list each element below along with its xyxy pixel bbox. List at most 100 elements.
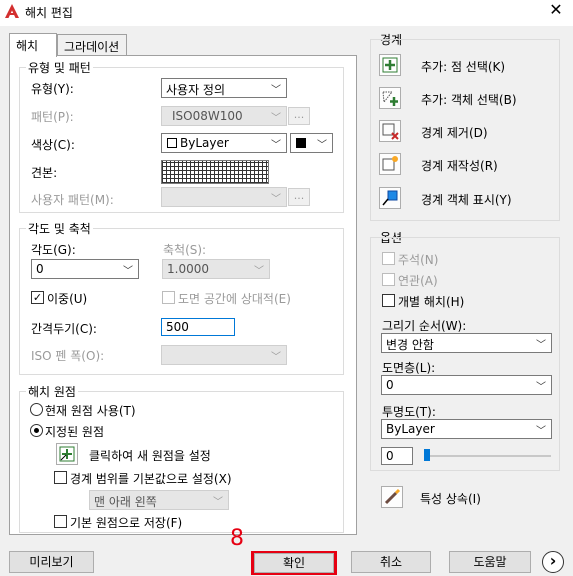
- transparency-slider-track[interactable]: [424, 455, 551, 457]
- set-origin-icon: [59, 446, 75, 462]
- annotative-checkbox[interactable]: [382, 252, 395, 265]
- chevron-down-icon: ﹀: [317, 140, 327, 151]
- type-dropdown[interactable]: 사용자 정의 ﹀: [161, 78, 287, 98]
- pattern-swatch-preview[interactable]: [161, 160, 269, 184]
- inherit-properties-button[interactable]: [381, 486, 403, 508]
- chevron-down-icon: ﹀: [271, 140, 281, 151]
- remove-boundaries-label: 경계 제거(D): [421, 126, 488, 140]
- iso-pen-label: ISO 펜 폭(O):: [31, 349, 105, 363]
- chevron-down-icon: ﹀: [271, 352, 281, 363]
- chevron-down-icon: ﹀: [271, 194, 281, 205]
- add-pick-points-icon: [382, 57, 398, 73]
- swatch-label: 견본:: [31, 166, 58, 180]
- chevron-down-icon: ﹀: [213, 497, 223, 508]
- ok-button[interactable]: 확인: [254, 553, 334, 573]
- color-label: 색상(C):: [31, 138, 75, 152]
- chevron-down-icon: ﹀: [271, 85, 281, 96]
- scale-label: 축척(S):: [163, 243, 207, 257]
- angle-scale-title: 각도 및 축척: [26, 220, 93, 237]
- display-boundary-objects-icon: [382, 190, 398, 206]
- relative-paper-space-checkbox[interactable]: [162, 291, 175, 304]
- add-select-objects-button[interactable]: [379, 87, 401, 109]
- recreate-boundary-button[interactable]: [379, 153, 401, 175]
- scale-dropdown[interactable]: 1.0000 ﹀: [162, 259, 270, 279]
- angle-label: 각도(G):: [31, 243, 76, 257]
- custom-pattern-dropdown[interactable]: ﹀: [161, 187, 287, 207]
- specified-origin-radio[interactable]: [30, 424, 43, 437]
- associative-checkbox[interactable]: [382, 273, 395, 286]
- pattern-browse-button[interactable]: ...: [288, 107, 310, 125]
- origin-position-value: 맨 아래 왼쪽: [94, 495, 157, 509]
- angle-dropdown[interactable]: 0 ﹀: [31, 259, 139, 279]
- custom-pattern-label: 사용자 패턴(M):: [31, 193, 114, 207]
- tab-hatch[interactable]: 해치: [9, 33, 57, 57]
- close-button[interactable]: ✕: [543, 0, 569, 22]
- pattern-dropdown[interactable]: ISO08W100 ﹀: [161, 106, 287, 126]
- spacing-input[interactable]: 500: [161, 318, 235, 336]
- autocad-logo-icon: [5, 4, 19, 18]
- layer-dropdown[interactable]: 0 ﹀: [381, 375, 552, 395]
- background-color-dropdown[interactable]: ﹀: [290, 133, 333, 153]
- click-set-origin-button[interactable]: [56, 443, 78, 465]
- origin-position-dropdown[interactable]: 맨 아래 왼쪽 ﹀: [89, 490, 229, 510]
- inherit-properties-label: 특성 상속(I): [420, 492, 481, 506]
- layer-value: 0: [386, 378, 394, 392]
- layer-label: 도면층(L):: [382, 361, 436, 375]
- add-select-objects-label: 추가: 객체 선택(B): [421, 93, 517, 107]
- chevron-down-icon: ﹀: [536, 426, 546, 437]
- transparency-label: 투명도(T):: [382, 405, 436, 419]
- transparency-value-input[interactable]: 0: [381, 447, 413, 465]
- cancel-button[interactable]: 취소: [351, 551, 431, 573]
- chevron-down-icon: ﹀: [254, 266, 264, 277]
- color-dropdown[interactable]: ByLayer ﹀: [161, 133, 287, 153]
- type-label: 유형(Y):: [31, 82, 74, 96]
- add-pick-points-button[interactable]: [379, 54, 401, 76]
- help-button[interactable]: 도움말: [449, 551, 531, 573]
- separate-hatches-label: 개별 해치(H): [398, 295, 465, 309]
- associative-label: 연관(A): [398, 274, 438, 288]
- store-default-origin-checkbox[interactable]: [54, 515, 67, 528]
- type-value: 사용자 정의: [166, 83, 226, 97]
- chevron-down-icon: ﹀: [123, 266, 133, 277]
- iso-pen-dropdown[interactable]: ﹀: [161, 345, 287, 365]
- use-current-origin-radio[interactable]: [30, 403, 43, 416]
- type-pattern-title: 유형 및 패턴: [26, 59, 93, 76]
- scale-value: 1.0000: [167, 262, 209, 276]
- remove-boundaries-button[interactable]: [379, 120, 401, 142]
- separate-hatches-checkbox[interactable]: [382, 294, 395, 307]
- remove-boundaries-icon: [382, 123, 399, 140]
- recreate-boundary-icon: [382, 156, 398, 171]
- transparency-slider-thumb[interactable]: [424, 449, 430, 461]
- specified-origin-label: 지정된 원점: [45, 425, 105, 439]
- more-options-button[interactable]: ›: [542, 551, 564, 573]
- click-set-origin-label: 클릭하여 새 원점을 설정: [89, 449, 211, 463]
- chevron-down-icon: ﹀: [536, 340, 546, 351]
- add-pick-points-label: 추가: 점 선택(K): [421, 60, 506, 74]
- spacing-label: 간격두기(C):: [31, 322, 97, 336]
- pattern-value: ISO08W100: [172, 109, 243, 123]
- display-boundary-objects-label: 경계 객체 표시(Y): [421, 193, 512, 207]
- draw-order-dropdown[interactable]: 변경 안함 ﹀: [381, 333, 552, 353]
- double-checkbox[interactable]: ✓: [31, 291, 44, 304]
- custom-pattern-browse-button[interactable]: ...: [288, 188, 310, 206]
- recreate-boundary-label: 경계 재작성(R): [421, 159, 498, 173]
- window-title: 해치 편집: [25, 6, 73, 20]
- transparency-value: ByLayer: [386, 422, 435, 436]
- draw-order-value: 변경 안함: [386, 338, 434, 352]
- inherit-properties-icon: [384, 488, 401, 505]
- relative-paper-space-label: 도면 공간에 상대적(E): [178, 292, 291, 306]
- double-label: 이중(U): [47, 292, 88, 306]
- display-boundary-objects-button[interactable]: [379, 187, 401, 209]
- store-default-origin-label: 기본 원점으로 저장(F): [70, 516, 183, 530]
- transparency-dropdown[interactable]: ByLayer ﹀: [381, 419, 552, 439]
- tab-gradient[interactable]: 그라데이션: [57, 34, 127, 56]
- black-swatch-icon: [296, 138, 306, 148]
- hatch-origin-title: 해치 원점: [26, 383, 78, 400]
- annotative-label: 주석(N): [398, 253, 439, 267]
- title-bar: [0, 0, 573, 26]
- add-select-objects-icon: [382, 91, 398, 106]
- default-extent-checkbox[interactable]: [54, 471, 67, 484]
- preview-button[interactable]: 미리보기: [9, 551, 94, 573]
- chevron-down-icon: ﹀: [536, 382, 546, 393]
- color-swatch-icon: [167, 138, 177, 148]
